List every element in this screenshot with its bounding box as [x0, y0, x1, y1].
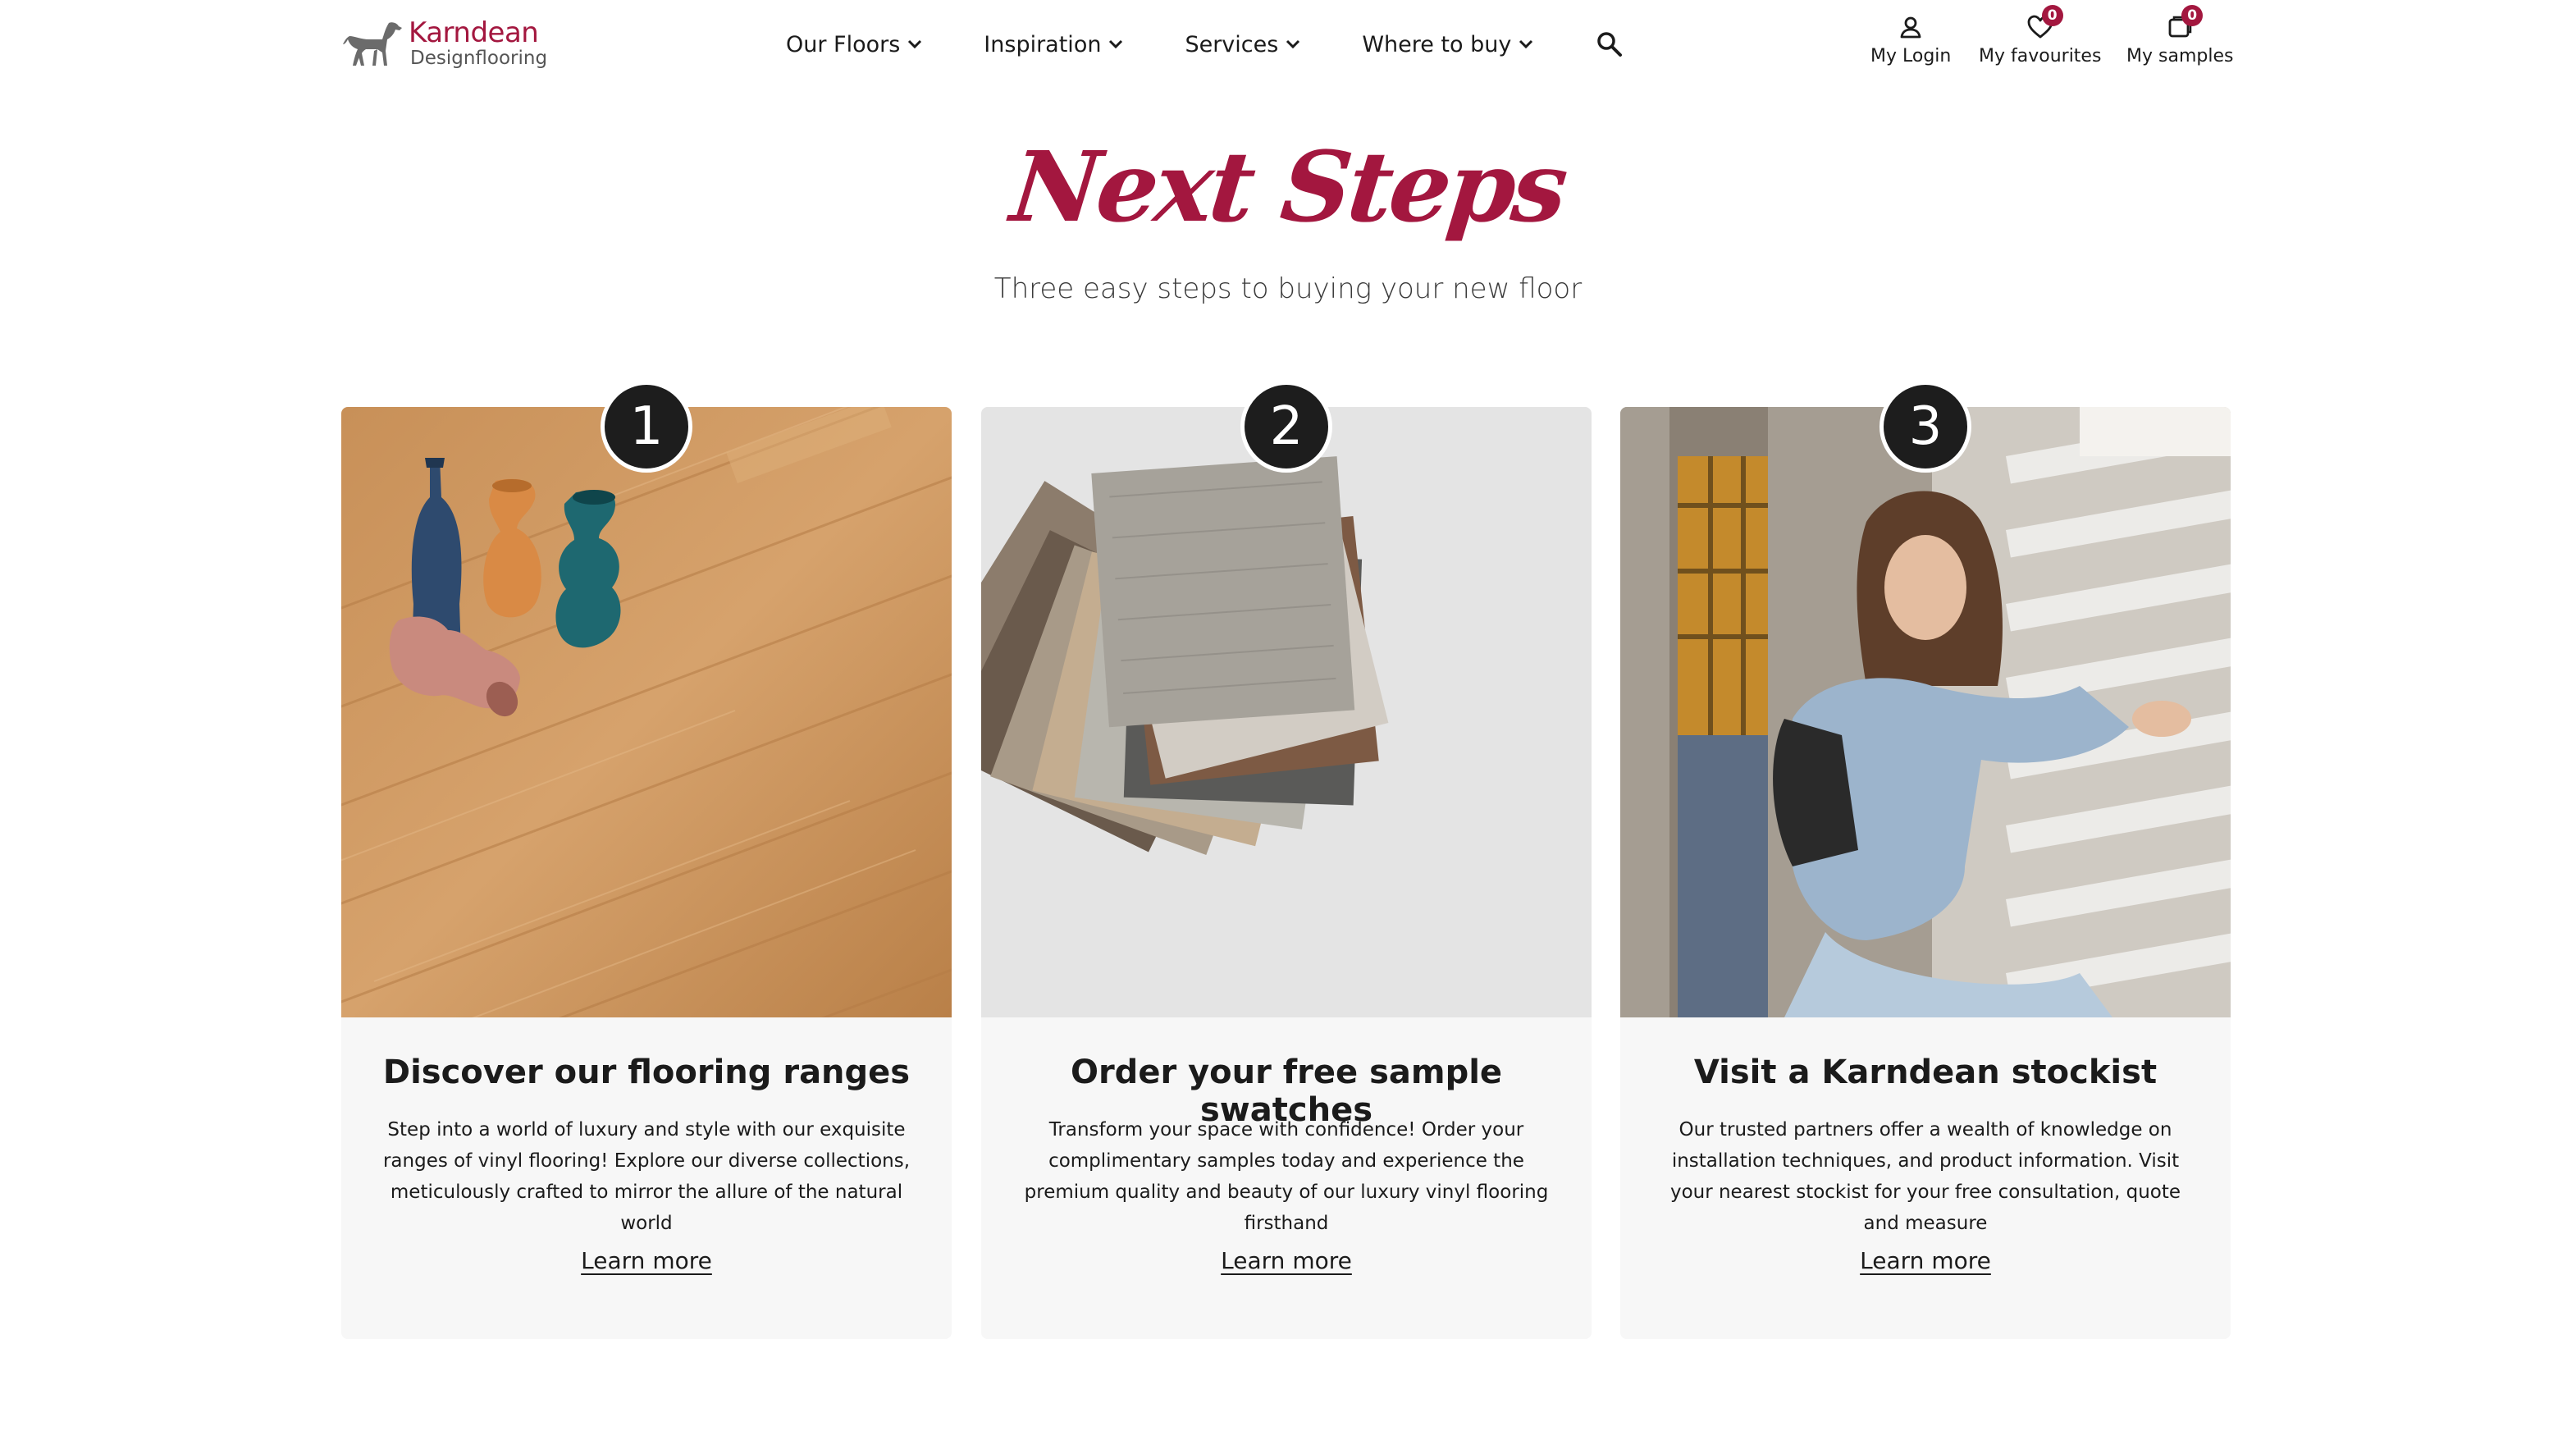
step-card-samples: 2 Order your free sample swatches Transf… [981, 381, 1592, 1339]
learn-more-link[interactable]: Learn more [581, 1247, 712, 1274]
search-icon[interactable] [1595, 30, 1624, 59]
samples-count-badge: 0 [2181, 5, 2204, 26]
chevron-down-icon [1519, 39, 1533, 49]
nav-item-label: Inspiration [984, 31, 1102, 57]
favourites-count-badge: 0 [2041, 5, 2063, 26]
page-title: Next Steps [1006, 130, 1570, 244]
dog-logo-icon [343, 22, 402, 66]
user-icon [1900, 16, 1921, 39]
step-description: Step into a world of luxury and style wi… [382, 1119, 911, 1234]
step-description: Our trusted partners offer a wealth of k… [1669, 1119, 2181, 1234]
step-card-discover: 1 Discover our flooring ranges Step into… [341, 381, 952, 1339]
step-card-stockist: 3 Visit a Karndean stockist Our trusted … [1620, 381, 2231, 1339]
stockist-showroom-image [1620, 407, 2231, 1017]
step-title: Visit a Karndean stockist [1693, 1054, 2158, 1091]
chevron-down-icon [1286, 39, 1300, 49]
step-description: Transform your space with confidence! Or… [1024, 1119, 1549, 1234]
step-title: Discover our flooring ranges [382, 1054, 911, 1091]
brand-name: Karndean [409, 16, 539, 49]
samples-button[interactable]: 0 My samples [2126, 5, 2234, 66]
flooring-vases-image [341, 407, 952, 1017]
brand-tagline: Designflooring [410, 48, 548, 69]
sample-swatches-image [981, 407, 1592, 1017]
step-number-badge: 3 [1879, 381, 1971, 473]
step-number-badge: 2 [1240, 381, 1332, 473]
learn-more-link[interactable]: Learn more [1221, 1247, 1352, 1274]
login-button[interactable]: My Login [1870, 11, 1951, 66]
site-header: Karndean Designflooring Our Floors Inspi… [0, 0, 2576, 90]
nav-item-label: Where to buy [1362, 31, 1512, 57]
favourites-button[interactable]: 0 My favourites [1979, 5, 2102, 66]
nav-item-label: Our Floors [786, 31, 901, 57]
page-subtitle: Three easy steps to buying your new floo… [993, 272, 1583, 305]
chevron-down-icon [908, 39, 922, 49]
nav-item-our-floors[interactable]: Our Floors [786, 32, 923, 57]
chevron-down-icon [1109, 39, 1123, 49]
learn-more-link[interactable]: Learn more [1860, 1247, 1991, 1274]
login-label: My Login [1870, 46, 1952, 66]
favourites-label: My favourites [1979, 46, 2102, 66]
brand-logo[interactable]: Karndean Designflooring [341, 15, 548, 72]
samples-label: My samples [2126, 46, 2234, 66]
nav-item-inspiration[interactable]: Inspiration [984, 32, 1124, 57]
nav-item-label: Services [1185, 31, 1279, 57]
step-number-badge: 1 [601, 381, 692, 473]
main-nav: Our Floors Inspiration Services Where to… [786, 28, 1534, 61]
nav-item-where-to-buy[interactable]: Where to buy [1362, 32, 1534, 57]
nav-item-services[interactable]: Services [1185, 32, 1301, 57]
